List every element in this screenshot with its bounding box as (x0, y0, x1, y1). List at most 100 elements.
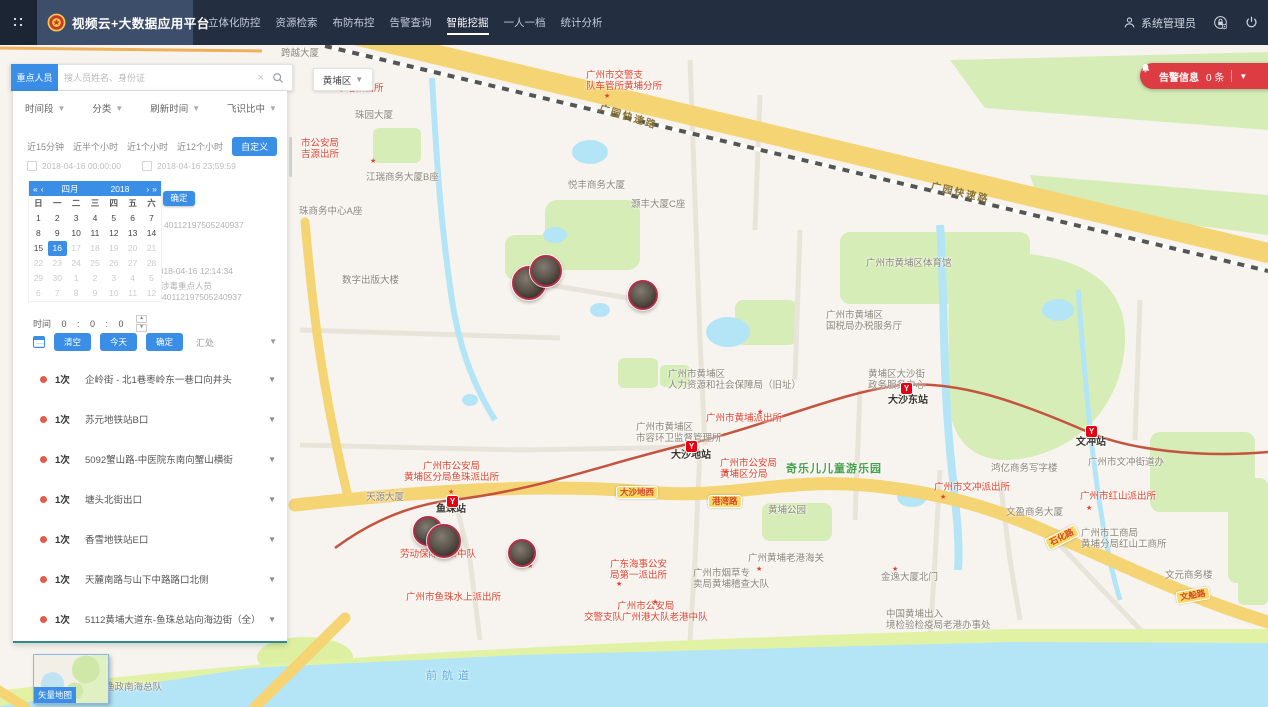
nav-item[interactable]: 智能挖掘 (447, 11, 489, 34)
calendar-day[interactable]: 16 (48, 241, 67, 256)
user-menu[interactable]: 系统管理员 (1123, 15, 1196, 31)
calendar-day[interactable]: 12 (104, 226, 123, 241)
confirm-button[interactable]: 确定 (146, 333, 183, 351)
nav-item[interactable]: 立体化防控 (208, 11, 261, 34)
calendar-icon[interactable] (33, 336, 45, 348)
time-hour[interactable]: 0 (57, 319, 71, 329)
prev-year-icon[interactable]: « (33, 184, 38, 194)
calendar-day[interactable]: 18 (86, 241, 105, 256)
tab-key-persons[interactable]: 重点人员 (11, 64, 58, 91)
face-capture-marker[interactable] (530, 255, 562, 287)
calendar-day[interactable]: 4 (86, 211, 105, 226)
metro-station-icon[interactable]: Y (901, 383, 912, 394)
chevron-down-icon[interactable]: ▼ (268, 455, 276, 464)
calendar-day[interactable]: 1 (29, 211, 48, 226)
app-grid-button[interactable] (0, 0, 37, 45)
lock-settings-icon[interactable] (1213, 15, 1228, 30)
minimap[interactable]: 矢量地图 (33, 654, 109, 704)
calendar-day[interactable]: 27 (123, 256, 142, 271)
result-row[interactable]: 1次企岭街 - 北1巷枣岭东一巷口向井头▼ (13, 359, 287, 399)
calendar-day[interactable]: 25 (86, 256, 105, 271)
calendar-day[interactable]: 19 (104, 241, 123, 256)
time-second[interactable]: 0 (114, 319, 128, 329)
calendar-day[interactable]: 5 (104, 211, 123, 226)
filter-dropdown[interactable]: 分类▼ (92, 101, 123, 115)
calendar-day[interactable]: 12 (142, 286, 161, 301)
nav-item[interactable]: 告警查询 (390, 11, 432, 34)
calendar-day[interactable]: 6 (29, 286, 48, 301)
calendar-day[interactable]: 24 (67, 256, 86, 271)
filter-dropdown[interactable]: 飞识比中▼ (227, 101, 277, 115)
prev-month-icon[interactable]: ‹ (41, 184, 44, 194)
calendar-day[interactable]: 7 (48, 286, 67, 301)
result-row[interactable]: 1次苏元地铁站B口▼ (13, 399, 287, 439)
calendar-day[interactable]: 6 (123, 211, 142, 226)
calendar-day[interactable]: 22 (29, 256, 48, 271)
scrollbar-thumb[interactable] (289, 137, 292, 177)
calendar-day[interactable]: 3 (104, 271, 123, 286)
calendar-day[interactable]: 13 (123, 226, 142, 241)
clear-icon[interactable]: × (252, 72, 270, 84)
calendar-day[interactable]: 7 (142, 211, 161, 226)
quick-range-option[interactable]: 近1个小时 (127, 140, 168, 153)
chevron-down-icon[interactable]: ▼ (268, 415, 276, 424)
result-row[interactable]: 1次香雪地铁站E口▼ (13, 519, 287, 559)
chevron-down-icon[interactable]: ▼ (269, 337, 277, 346)
calendar-day[interactable]: 3 (67, 211, 86, 226)
nav-item[interactable]: 资源检索 (276, 11, 318, 34)
face-capture-marker[interactable] (508, 539, 536, 567)
today-button[interactable]: 今天 (100, 333, 137, 351)
calendar-day[interactable]: 2 (48, 211, 67, 226)
chevron-down-icon[interactable]: ▼ (268, 535, 276, 544)
calendar-day[interactable]: 23 (48, 256, 67, 271)
alarm-banner[interactable]: 告警信息 0 条 ▼ (1140, 63, 1268, 89)
calendar-day[interactable]: 14 (142, 226, 161, 241)
nav-item[interactable]: 统计分析 (561, 11, 603, 34)
power-icon[interactable] (1245, 16, 1258, 29)
quick-range-option[interactable]: 自定义 (232, 137, 277, 156)
quick-range-option[interactable]: 近12个小时 (177, 140, 223, 153)
calendar-day[interactable]: 10 (104, 286, 123, 301)
calendar-day[interactable]: 29 (29, 271, 48, 286)
metro-station-icon[interactable]: Y (447, 496, 458, 507)
stepper-up-icon[interactable]: ▲ (136, 315, 147, 323)
chevron-down-icon[interactable]: ▼ (268, 575, 276, 584)
calendar-day[interactable]: 2 (86, 271, 105, 286)
search-icon[interactable] (270, 72, 292, 84)
calendar-day[interactable]: 5 (142, 271, 161, 286)
calendar-day[interactable]: 8 (67, 286, 86, 301)
district-select[interactable]: 黄埔区▼ (313, 68, 373, 91)
metro-station-icon[interactable]: Y (686, 441, 697, 452)
calendar-day[interactable]: 11 (123, 286, 142, 301)
calendar-day[interactable]: 4 (123, 271, 142, 286)
result-row[interactable]: 1次塘头北街出口▼ (13, 479, 287, 519)
calendar-day[interactable]: 17 (67, 241, 86, 256)
filter-dropdown[interactable]: 刷新时间▼ (150, 101, 200, 115)
result-row[interactable]: 1次天麓南路与山下中路路口北侧▼ (13, 559, 287, 599)
next-month-icon[interactable]: › (146, 184, 149, 194)
calendar-year[interactable]: 2018 (97, 184, 144, 194)
calendar-confirm-button[interactable]: 确定 (163, 191, 195, 206)
time-minute[interactable]: 0 (86, 319, 100, 329)
result-row[interactable]: 1次5112黄埔大道东-鱼珠总站向海边街（全）▼ (13, 599, 287, 639)
calendar-day[interactable]: 15 (29, 241, 48, 256)
chevron-down-icon[interactable]: ▼ (268, 615, 276, 624)
nav-item[interactable]: 一人一档 (504, 11, 546, 34)
quick-range-option[interactable]: 近半个小时 (73, 140, 118, 153)
calendar-day[interactable]: 20 (123, 241, 142, 256)
metro-station-icon[interactable]: Y (1086, 426, 1097, 437)
calendar-day[interactable]: 9 (48, 226, 67, 241)
clear-button[interactable]: 清空 (54, 333, 91, 351)
calendar-month[interactable]: 四月 (47, 183, 94, 195)
chevron-down-icon[interactable]: ▼ (268, 375, 276, 384)
calendar-day[interactable]: 26 (104, 256, 123, 271)
next-year-icon[interactable]: » (152, 184, 157, 194)
calendar-day[interactable]: 11 (86, 226, 105, 241)
calendar-day[interactable]: 28 (142, 256, 161, 271)
chevron-down-icon[interactable]: ▼ (268, 495, 276, 504)
date-field[interactable]: 2018-04-16 23:59:59 (142, 161, 236, 171)
calendar-day[interactable]: 9 (86, 286, 105, 301)
calendar-day[interactable]: 21 (142, 241, 161, 256)
chevron-down-icon[interactable]: ▼ (1239, 72, 1247, 81)
calendar-day[interactable]: 30 (48, 271, 67, 286)
